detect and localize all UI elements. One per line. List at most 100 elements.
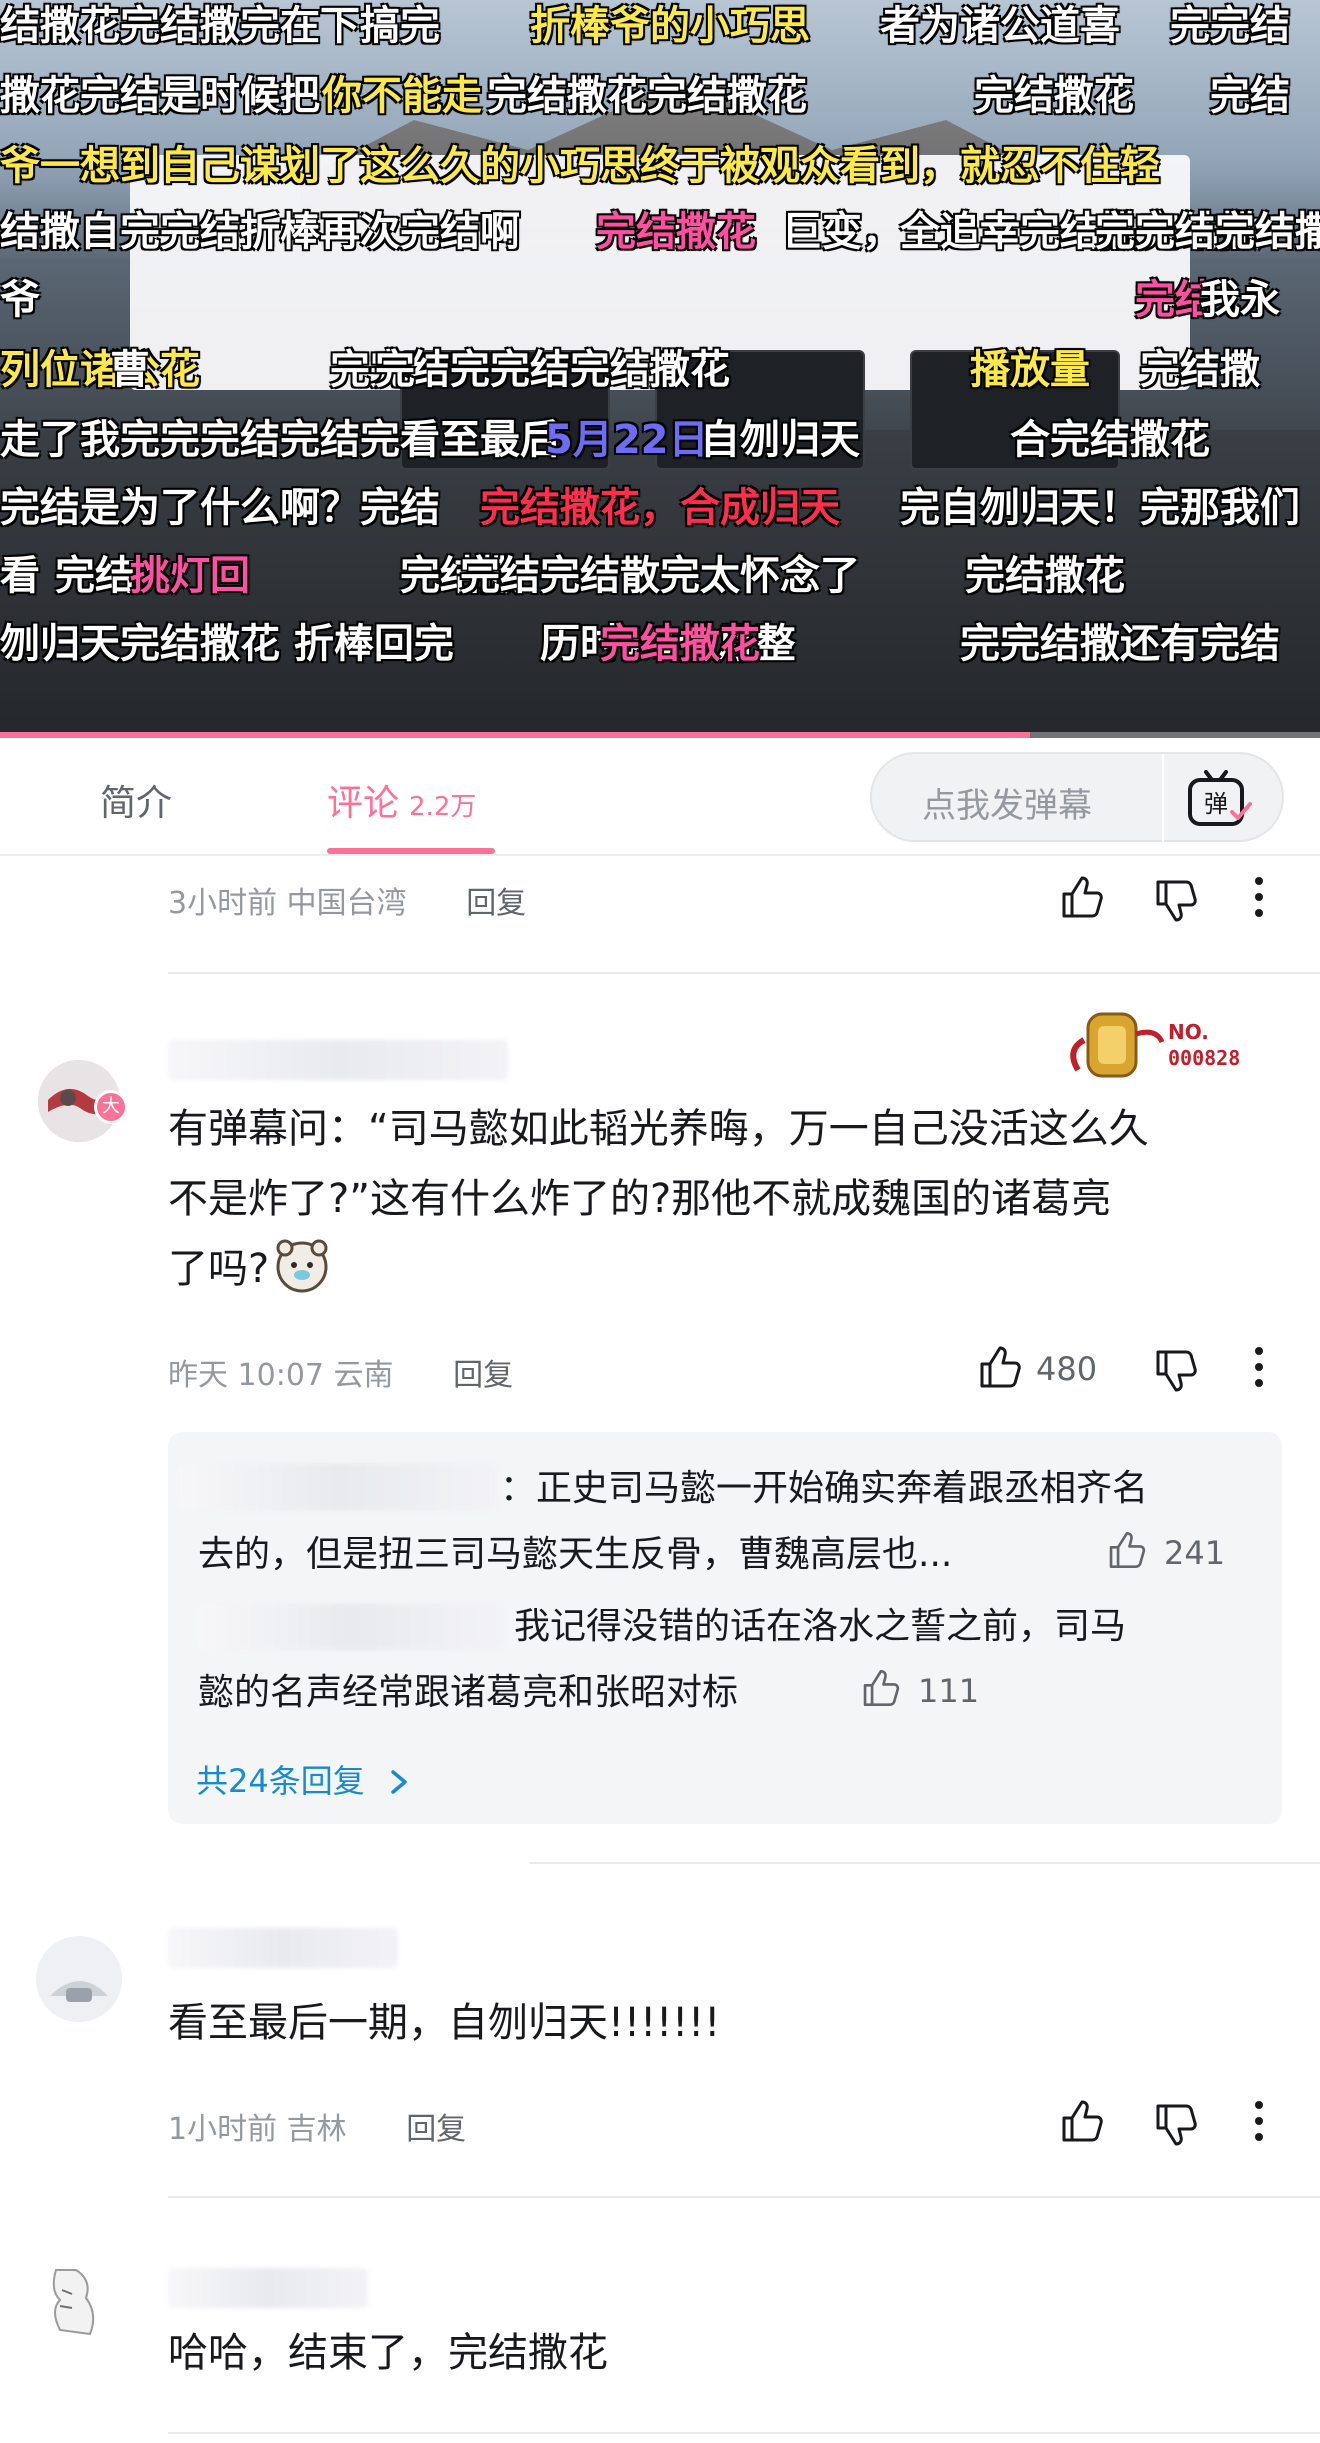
comment-time: 3小时前 [168, 886, 278, 921]
sub-reply-text[interactable]: 去的，但是扭三司马懿天生反骨，曹魏高层也... [198, 1520, 952, 1590]
danmaku-comment: 爷 [0, 277, 40, 323]
like-count: 480 [1036, 1350, 1098, 1388]
avatar[interactable] [36, 2260, 110, 2342]
danmaku-comment: 走了我完完完结完结完看至最后 [0, 417, 560, 463]
danmaku-toggle-button[interactable]: 弹 [1184, 770, 1260, 830]
comment-time: 昨天 10:07 [168, 1358, 324, 1393]
danmaku-comment: 者为诸公道喜 [880, 3, 1120, 49]
danmaku-comment: 结撒自完完结折棒再次完结啊 [0, 209, 520, 255]
sub-reply-text[interactable]: 懿的名声经常跟诸葛亮和张昭对标 [198, 1658, 738, 1728]
comment-line-text: 了吗? [168, 1246, 270, 1292]
danmaku-comment: 刎归天完结撒花 折棒回完 [0, 621, 454, 667]
comment-time: 1小时前 [168, 2112, 278, 2147]
comment-line: 了吗? [168, 1234, 1288, 1304]
fan-badge-no: NO. [1168, 1020, 1209, 1044]
danmaku-comment: 爷一想到自己谋划了这么久的小巧思终于被观众看到，就忍不住轻 [0, 143, 1160, 189]
sub-reply-like-count: 111 [918, 1672, 980, 1710]
level-badge: 大 [94, 1090, 128, 1124]
comment-divider [530, 1862, 1320, 1864]
fan-badge-lantern-icon [1070, 1012, 1165, 1078]
danmaku-comment: 结撒花完结撒完在下搞完 [0, 3, 440, 49]
fan-badge-number: 000828 [1168, 1046, 1241, 1070]
comment-divider [168, 972, 1320, 974]
comment-location: 云南 [333, 1358, 394, 1393]
avatar-image [36, 2260, 110, 2342]
danmaku-comment: 列位诸公花 [0, 347, 200, 393]
sub-reply-text[interactable]: 我记得没错的话在洛水之誓之前，司马 [514, 1592, 1126, 1662]
fan-badge: NO. 000828 [1058, 1000, 1268, 1090]
thumbs-up-icon[interactable] [1056, 2096, 1106, 2146]
reply-button[interactable]: 回复 [406, 2112, 466, 2147]
more-options-icon[interactable] [1254, 876, 1264, 918]
comment-body: 看至最后一期，自刎归天!!!!!!! [168, 2000, 721, 2046]
comment-line: 不是炸了?”这有什么炸了的?那他不就成魏国的诸葛亮 [168, 1176, 1112, 1222]
video-player[interactable]: 结撒花完结撒完在下搞完 折棒爷的小巧思 者为诸公道喜 完完结 撒花完结是时候把 你不能走完… [0, 0, 1320, 738]
tab-comments[interactable]: 评论 2.2万 [327, 774, 476, 826]
danmaku-comment: 完结是为了什么啊？完结 [0, 485, 440, 531]
danmaku-comment: 你不能走 [322, 73, 482, 119]
comment-meta: 1小时前 吉林 回复 [168, 2104, 466, 2148]
more-options-icon[interactable] [1254, 2100, 1264, 2142]
danmaku-comment: 完完结 [1170, 3, 1290, 49]
danmaku-comment: 完完结撒还有完结 [960, 621, 1280, 667]
danmaku-comment: 合完结撒花 [1010, 417, 1210, 463]
username-redacted [168, 1040, 508, 1080]
comment-meta: 昨天 10:07 云南 回复 [168, 1350, 513, 1394]
danmaku-input-divider [1162, 754, 1164, 844]
danmaku-comment: 完结撒花 [600, 621, 760, 667]
danmaku-comment: 完结完结散完太怀念了 [460, 553, 860, 599]
sub-reply-text[interactable]: ：正史司马懿一开始确实奔着跟丞相齐名 [500, 1454, 1148, 1524]
view-all-replies-link[interactable]: 共24条回复 [196, 1756, 411, 1802]
level-badge-label: 大 [102, 1096, 120, 1117]
danmaku-comment: 折棒爷的小巧思 [530, 3, 810, 49]
danmaku-comment: 完结撒花，合成归天 [480, 485, 840, 531]
danmaku-comment: 看 [0, 553, 40, 599]
tab-intro-label: 简介 [100, 783, 173, 824]
chevron-right-icon [391, 1770, 407, 1794]
danmaku-comment: 完自刎归天！完那我们 [900, 485, 1300, 531]
comment-location: 中国台湾 [286, 886, 407, 921]
comment-divider [168, 2432, 1320, 2434]
danmaku-comment: 完结撒花 [965, 553, 1125, 599]
more-options-icon[interactable] [1254, 1346, 1264, 1388]
tab-comments-count: 2.2万 [409, 792, 477, 822]
danmaku-comment: 巨变， [782, 209, 902, 255]
danmaku-comment: 完结撒花 [596, 209, 756, 255]
thumbs-down-icon[interactable] [1150, 1346, 1200, 1396]
danmaku-comment: 播放量 [970, 347, 1090, 393]
danmaku-input-placeholder: 点我发弹幕 [922, 786, 1092, 826]
bear-emoji-icon [276, 1239, 328, 1293]
thumbs-up-icon[interactable] [974, 1342, 1024, 1392]
comment-body: 哈哈，结束了，完结撒花 [168, 2330, 608, 2376]
danmaku-comment: 5月22日 [545, 417, 709, 463]
thumbs-up-icon[interactable] [1056, 872, 1106, 922]
danmaku-input[interactable]: 点我发弹幕 弹 [870, 752, 1284, 844]
danmaku-comment: 完结 [1210, 73, 1290, 119]
view-all-replies-label: 共24条回复 [196, 1762, 365, 1800]
thumbs-down-icon[interactable] [1150, 876, 1200, 926]
thumbs-down-icon[interactable] [1150, 2100, 1200, 2150]
danmaku-comment: 完结撒 [1140, 347, 1260, 393]
reply-button[interactable]: 回复 [453, 1358, 513, 1393]
tab-intro[interactable]: 简介 [100, 774, 172, 826]
username-redacted [178, 1464, 498, 1510]
danmaku-comment: 曹 [110, 347, 150, 393]
danmaku-comment: 完结撒花完结撒花 [487, 73, 807, 119]
comment-location: 吉林 [286, 2112, 347, 2147]
danmaku-comment: 撒花完结是时候把 [0, 73, 320, 119]
username-redacted [198, 1604, 504, 1650]
avatar[interactable] [36, 1936, 122, 2022]
thumbs-up-icon[interactable] [1104, 1528, 1148, 1572]
username-redacted [168, 1928, 398, 1968]
danmaku-comment: 挑灯回 [130, 553, 250, 599]
danmaku-button-label: 弹 [1204, 790, 1228, 818]
comment-divider [168, 2196, 1320, 2198]
danmaku-comment: 自刎归天 [700, 417, 860, 463]
danmaku-comment: 完完结完结撒完完开始完结撒完结撒花生日 [1095, 209, 1320, 255]
comment-line: 有弹幕问：“司马懿如此韬光养晦，万一自己没活这么久 [168, 1106, 1149, 1152]
danmaku-comment: 完结撒花 [974, 73, 1134, 119]
reply-button[interactable]: 回复 [466, 886, 526, 921]
danmaku-tv-icon: 弹 [1188, 770, 1252, 826]
thumbs-up-icon[interactable] [858, 1666, 902, 1710]
sub-reply-like-count: 241 [1164, 1534, 1226, 1572]
